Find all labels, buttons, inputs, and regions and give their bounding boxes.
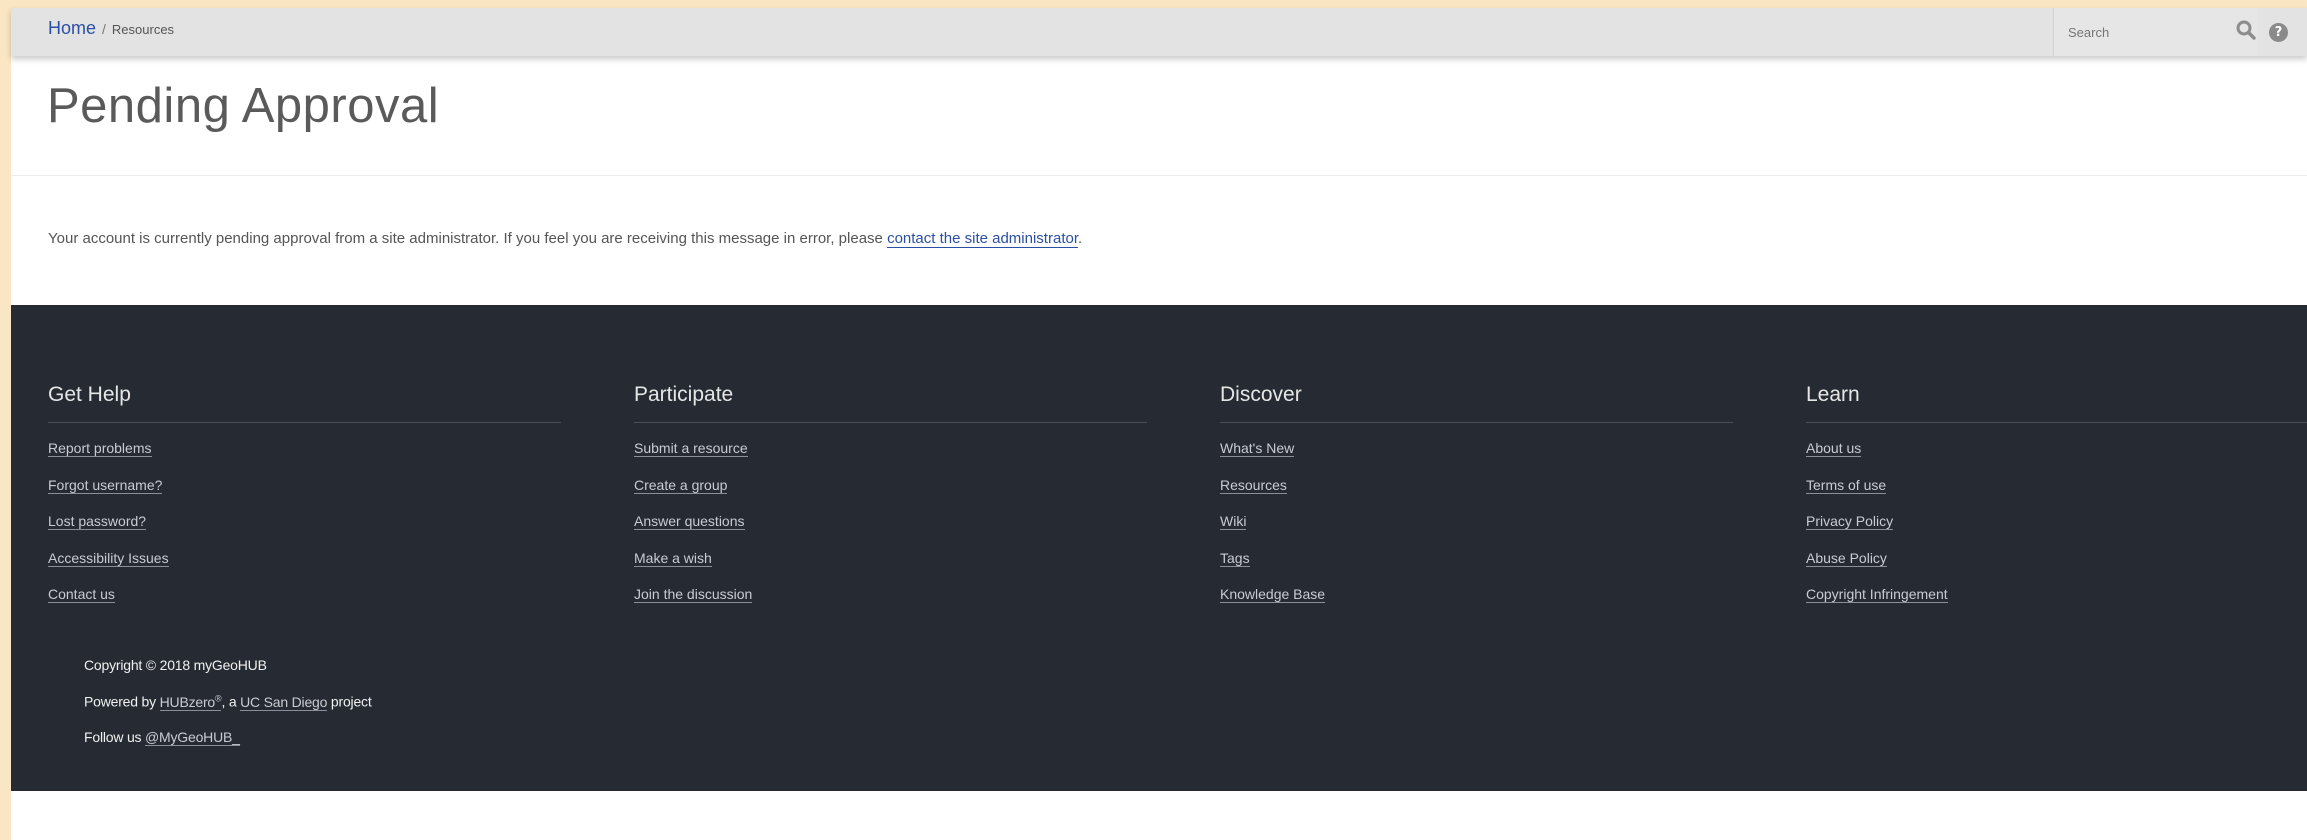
page-title: Pending Approval [47, 79, 440, 133]
footer-heading-get-help: Get Help [48, 383, 561, 423]
footer-link-answer-questions[interactable]: Answer questions [634, 513, 745, 530]
powered-by-text: Powered by HUBzero®, a UC San Diego proj… [84, 693, 372, 711]
footer-link-knowledge-base[interactable]: Knowledge Base [1220, 586, 1326, 603]
title-divider [11, 175, 2307, 176]
footer-link-abuse-policy[interactable]: Abuse Policy [1806, 549, 1887, 567]
footer-heading-participate: Participate [634, 383, 1147, 423]
footer-legal: Copyright © 2018 myGeoHUB Powered by HUB… [84, 657, 372, 765]
contact-admin-link[interactable]: contact the site administrator [887, 230, 1078, 248]
footer: Get Help Report problems Forgot username… [11, 305, 2307, 791]
pending-message: Your account is currently pending approv… [48, 230, 1083, 248]
footer-link-wiki[interactable]: Wiki [1220, 513, 1247, 530]
footer-column-learn: Learn About us Terms of use Privacy Poli… [1806, 383, 2307, 623]
footer-column-get-help: Get Help Report problems Forgot username… [48, 383, 561, 623]
uc-san-diego-link[interactable]: UC San Diego [240, 693, 327, 711]
follow-us-prefix: Follow us [84, 729, 146, 745]
footer-link-forgot-username[interactable]: Forgot username? [48, 476, 163, 494]
powered-by-middle: , a [221, 693, 241, 710]
twitter-handle-link[interactable]: @MyGeoHUB_ [145, 729, 240, 746]
footer-link-about-us[interactable]: About us [1806, 440, 1862, 457]
footer-link-tags[interactable]: Tags [1220, 549, 1250, 567]
copyright-text: Copyright © 2018 myGeoHUB [84, 657, 267, 673]
footer-link-accessibility-issues[interactable]: Accessibility Issues [48, 549, 169, 567]
breadcrumb-separator: / [102, 21, 106, 37]
footer-link-lost-password[interactable]: Lost password? [48, 513, 147, 530]
breadcrumb-home-link[interactable]: Home [48, 18, 96, 39]
powered-by-prefix: Powered by [84, 693, 160, 710]
footer-column-discover: Discover What's New Resources Wiki Tags … [1220, 383, 1733, 623]
footer-link-create-group[interactable]: Create a group [634, 476, 728, 494]
hubzero-link[interactable]: HUBzero® [159, 693, 222, 711]
help-icon[interactable]: ? [2269, 23, 2288, 42]
footer-link-report-problems[interactable]: Report problems [48, 440, 152, 457]
breadcrumb-current: Resources [111, 22, 175, 37]
search-input[interactable] [2054, 8, 2232, 56]
footer-link-terms-of-use[interactable]: Terms of use [1806, 476, 1887, 494]
footer-link-contact-us[interactable]: Contact us [48, 586, 115, 603]
powered-by-suffix: project [327, 693, 372, 710]
footer-link-resources[interactable]: Resources [1220, 476, 1287, 494]
top-bar: Home / Resources ? [11, 8, 2307, 56]
footer-link-submit-resource[interactable]: Submit a resource [634, 440, 748, 457]
footer-heading-discover: Discover [1220, 383, 1733, 423]
search-box [2053, 8, 2257, 56]
footer-link-copyright-infringement[interactable]: Copyright Infringement [1806, 586, 1948, 603]
pending-message-end: . [1078, 230, 1083, 247]
footer-column-participate: Participate Submit a resource Create a g… [634, 383, 1147, 623]
breadcrumb: Home / Resources [48, 18, 174, 39]
footer-link-join-discussion[interactable]: Join the discussion [634, 586, 753, 603]
follow-us-text: Follow us @MyGeoHUB_ [84, 729, 372, 747]
footer-link-privacy-policy[interactable]: Privacy Policy [1806, 513, 1894, 530]
page: Home / Resources ? Pending Approval Your… [11, 8, 2307, 840]
search-icon[interactable] [2233, 17, 2259, 43]
pending-message-text: Your account is currently pending approv… [48, 230, 888, 247]
footer-link-make-wish[interactable]: Make a wish [634, 549, 712, 567]
footer-heading-learn: Learn [1806, 383, 2307, 423]
footer-link-whats-new[interactable]: What's New [1220, 440, 1295, 457]
hubzero-link-label: HUBzero [159, 693, 216, 710]
